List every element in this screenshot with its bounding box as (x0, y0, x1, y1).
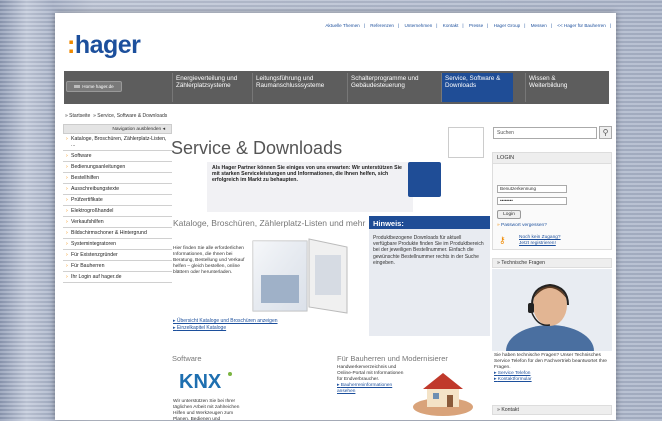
sidebar: Navigation ausblenden ◂ Kataloge, Brosch… (63, 124, 172, 346)
topnav-kontakt[interactable]: Kontakt (443, 23, 459, 28)
sidebar-item-existenzgruender[interactable]: Für Existenzgründer (63, 250, 172, 261)
browser-page: :hager Aktuelle Themen | Referenzen | Unte… (55, 13, 616, 420)
breadcrumb-home[interactable]: » Startseite (65, 113, 90, 119)
nav-schalterprogramme[interactable]: Schalterprogramme und Gebäudesteuerung (347, 73, 439, 102)
nav-wissen-weiterbildung[interactable]: Wissen & Weiterbildung (525, 73, 595, 102)
link-einzelkapitel[interactable]: Einzelkapitel Kataloge (173, 325, 278, 332)
sidebar-item-systemintegratoren[interactable]: Systemintegratoren (63, 239, 172, 250)
kataloge-text: Hier finden Sie alle erforderlichen Info… (173, 246, 245, 275)
hinweis-heading: Hinweis: (369, 216, 490, 229)
breadcrumb-current: » Service, Software & Downloads (93, 113, 168, 119)
home-button[interactable]: Home hager.de (66, 81, 122, 92)
link-kontaktformular[interactable]: Kontaktformular (494, 377, 610, 383)
partner-intro-text: Als Hager Partner können Sie einiges von… (207, 162, 413, 212)
chevron-left-icon: ◂ (162, 127, 165, 132)
sidebar-item-kataloge[interactable]: Kataloge, Broschüren, Zählerplatz-Listen… (63, 134, 172, 151)
login-heading: LOGIN (493, 153, 611, 164)
register-link[interactable]: Noch kein Zugang? Jetzt registrieren! (519, 235, 561, 246)
sidebar-item-bildschirmschoner[interactable]: Bildschirmschoner & Hintergrund (63, 228, 172, 239)
nav-service-downloads[interactable]: Service, Software & Downloads (441, 73, 513, 102)
tech-questions-heading[interactable]: » Technische Fragen (492, 258, 612, 268)
sidebar-item-ausschreibungstexte[interactable]: Ausschreibungstexte (63, 184, 172, 195)
support-agent-photo (492, 269, 612, 351)
sidebar-item-elektrogrosshandel[interactable]: Elektrogroßhandel (63, 206, 172, 217)
key-icon: ⚷ (499, 235, 506, 245)
tech-questions-text: Sie haben technische Fragen? Unser Techn… (494, 353, 610, 383)
breadcrumb: » Startseite » Service, Software & Downl… (65, 113, 167, 119)
search-icon[interactable]: ⚲ (599, 126, 612, 139)
brochure-image (252, 238, 348, 314)
topnav-hager-group[interactable]: Hager Group (494, 23, 521, 28)
kataloge-links: Übersicht Kataloge und Broschüren anzeig… (173, 318, 278, 332)
sidebar-item-login[interactable]: Ihr Login auf hager.de (63, 272, 172, 283)
sidebar-item-bestellhilfen[interactable]: Bestellhilfen (63, 173, 172, 184)
top-utility-nav: Aktuelle Themen | Referenzen | Unternehmen… (325, 23, 611, 28)
topnav-aktuelle-themen[interactable]: Aktuelle Themen (325, 23, 359, 28)
search-input[interactable]: Suchen (493, 127, 597, 139)
hinweis-text: Produktbezogene Downloads für aktuell ve… (373, 235, 484, 266)
knx-logo-text: KNX (179, 371, 222, 393)
login-button[interactable]: Login (497, 210, 521, 219)
topnav-presse[interactable]: Presse (469, 23, 483, 28)
topnav-referenzen[interactable]: Referenzen (370, 23, 394, 28)
sidebar-item-bauherren[interactable]: Für Bauherren (63, 261, 172, 272)
login-panel: LOGIN Benutzerkennung •••••••• Login Pas… (492, 152, 612, 250)
bauherren-text: Handwerkerverzeichnis und Online-Portal … (337, 365, 405, 395)
home-icon (74, 85, 81, 89)
kataloge-heading: Kataloge, Broschüren, Zählerplatz-Listen… (173, 218, 366, 228)
kontakt-heading[interactable]: » Kontakt (492, 405, 612, 415)
forgot-password-link[interactable]: Passwort vergessen? (497, 223, 547, 228)
topnav-unternehmen[interactable]: Unternehmen (404, 23, 432, 28)
nav-leitungsfuehrung[interactable]: Leitungsführung und Raumanschlusssysteme (252, 73, 342, 102)
software-text: Wir unterstützen Sie bei Ihrer täglichen… (173, 399, 240, 420)
software-heading: Software (172, 354, 202, 363)
sidebar-item-software[interactable]: Software (63, 151, 172, 162)
knx-logo: KNX (179, 371, 232, 393)
link-bauherreninformationen[interactable]: Bauherreninformationen ansehen (337, 383, 405, 395)
username-field[interactable]: Benutzerkennung (497, 185, 567, 193)
topnav-bauherren[interactable]: << Hager für Bauherren (557, 23, 606, 28)
hager-logo[interactable]: :hager (67, 31, 141, 60)
link-kataloge-uebersicht[interactable]: Übersicht Kataloge und Broschüren anzeig… (173, 318, 278, 325)
sidebar-item-pruefzertifikate[interactable]: Prüfzertifikate (63, 195, 172, 206)
page-thumbnail-image (448, 127, 484, 158)
house-in-hands-image (413, 373, 473, 416)
bauherren-heading: Für Bauherren und Modernisierer (337, 354, 448, 363)
password-field[interactable]: •••••••• (497, 197, 567, 205)
topnav-messen[interactable]: Messen (531, 23, 547, 28)
partner-badge-image (408, 162, 441, 197)
sidebar-item-bedienungsanleitungen[interactable]: Bedienungsanleitungen (63, 162, 172, 173)
nav-energieverteilung[interactable]: Energieverteilung und Zählerplatzsysteme (172, 73, 250, 102)
sidebar-toggle[interactable]: Navigation ausblenden ◂ (63, 124, 172, 134)
sidebar-item-verkaufshilfen[interactable]: Verkaufshilfen (63, 217, 172, 228)
page-title: Service & Downloads (171, 138, 343, 158)
hinweis-box: Hinweis: Produktbezogene Downloads für a… (369, 216, 490, 336)
